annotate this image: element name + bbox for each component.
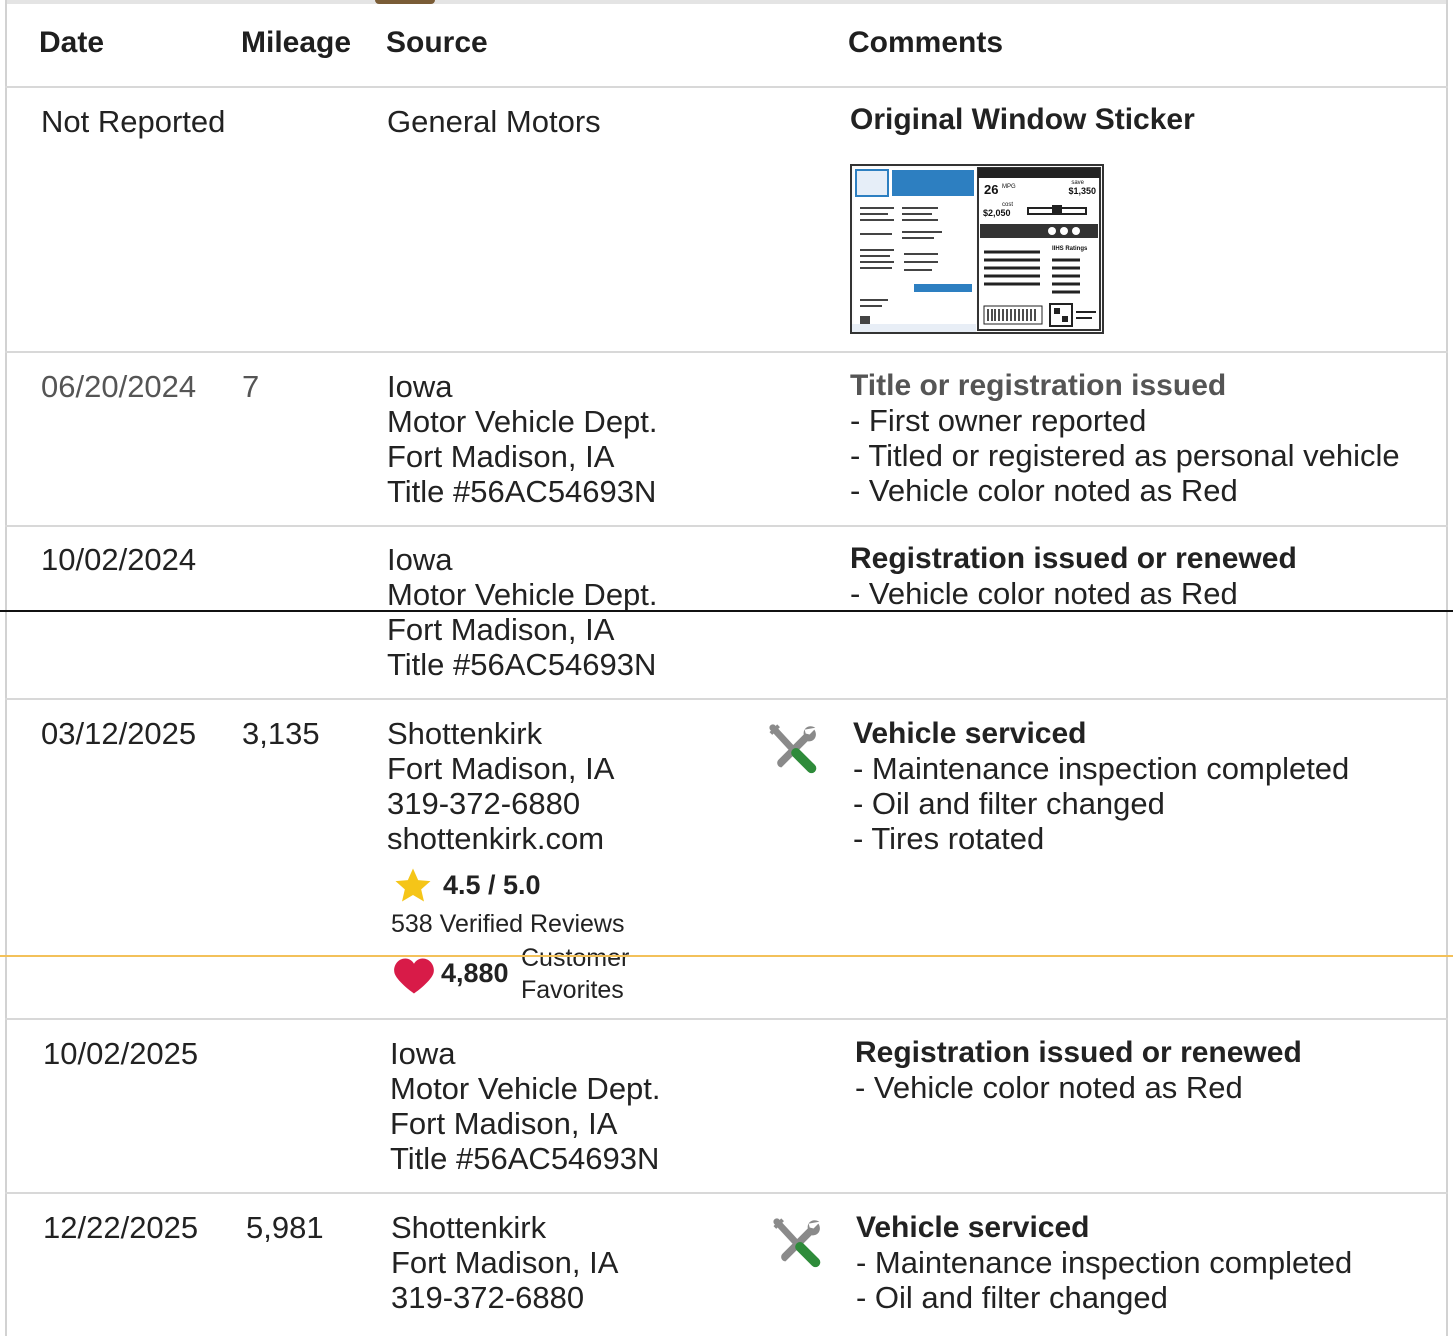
- comment-line: - Vehicle color noted as Red: [855, 1070, 1243, 1105]
- comment-line: - Titled or registered as personal vehic…: [850, 438, 1400, 473]
- source-line: Iowa: [387, 369, 453, 404]
- source-line: Motor Vehicle Dept.: [387, 404, 658, 439]
- source-line: Fort Madison, IA: [391, 1245, 619, 1280]
- comment-line: - Maintenance inspection completed: [853, 751, 1350, 786]
- row-date: 06/20/2024: [41, 369, 197, 404]
- comment-title: Original Window Sticker: [850, 103, 1195, 136]
- comment-line: - Vehicle color noted as Red: [850, 576, 1238, 611]
- table-row: 10/02/2024 Iowa Motor Vehicle Dept. Fort…: [5, 527, 1448, 700]
- source-line: 319-372-6880: [391, 1280, 585, 1315]
- column-header-date: Date: [39, 26, 105, 59]
- source-line: Fort Madison, IA: [387, 612, 615, 647]
- comment-line: - Vehicle color noted as Red: [850, 473, 1238, 508]
- source-line: Shottenkirk: [387, 716, 543, 751]
- source-line: Shottenkirk: [391, 1210, 547, 1245]
- sticker-cost: $2,050: [983, 208, 1011, 218]
- row-comments: Registration issued or renewed - Vehicle…: [855, 1035, 1302, 1105]
- favorites-label-line: Customer: [521, 944, 630, 972]
- table-row: 12/22/2025 5,981 Shottenkirk Fort Madiso…: [5, 1194, 1448, 1336]
- row-date: Not Reported: [41, 104, 226, 139]
- row-source: Iowa Motor Vehicle Dept. Fort Madison, I…: [387, 369, 658, 509]
- table-row: 10/02/2025 Iowa Motor Vehicle Dept. Fort…: [5, 1020, 1448, 1194]
- verified-reviews[interactable]: 538 Verified Reviews: [391, 910, 624, 939]
- source-line: Iowa: [387, 542, 453, 577]
- rating-value: 4.5 / 5.0: [443, 870, 541, 900]
- favorites-label-line: Favorites: [521, 976, 624, 1004]
- comment-title: Registration issued or renewed: [855, 1036, 1302, 1069]
- row-mileage: 7: [242, 369, 260, 404]
- source-line[interactable]: shottenkirk.com: [387, 821, 614, 856]
- table-row: 06/20/2024 7 Iowa Motor Vehicle Dept. Fo…: [5, 353, 1448, 527]
- row-date: 10/02/2025: [43, 1036, 199, 1071]
- row-source: Shottenkirk Fort Madison, IA 319-372-688…: [387, 716, 614, 856]
- source-line: Title #56AC54693N: [390, 1141, 660, 1176]
- comment-line: - Maintenance inspection completed: [856, 1245, 1353, 1280]
- window-sticker-image: 26 MPG save $1,350 cost $2,050 IIHS Rati…: [852, 167, 1101, 332]
- row-source: General Motors: [387, 104, 601, 139]
- sticker-save: $1,350: [1068, 186, 1096, 196]
- source-line: 319-372-6880: [387, 786, 581, 821]
- scan-artifact-line: [0, 955, 1453, 957]
- sticker-mpg: 26: [984, 182, 998, 197]
- column-header-mileage: Mileage: [241, 26, 352, 59]
- comment-title: Title or registration issued: [850, 369, 1227, 402]
- row-source: Iowa Motor Vehicle Dept. Fort Madison, I…: [387, 542, 658, 682]
- comment-line: - Oil and filter changed: [856, 1280, 1168, 1315]
- sticker-iihs-label: IIHS Ratings: [1052, 246, 1088, 252]
- window-sticker-thumbnail[interactable]: 26 MPG save $1,350 cost $2,050 IIHS Rati…: [850, 164, 1104, 334]
- row-source: Shottenkirk Fort Madison, IA 319-372-688…: [391, 1210, 618, 1315]
- source-line: Fort Madison, IA: [387, 439, 615, 474]
- service-tools-icon: [773, 1218, 821, 1268]
- source-line: Motor Vehicle Dept.: [390, 1071, 661, 1106]
- comment-title: Vehicle serviced: [856, 1211, 1090, 1244]
- column-header-source: Source: [386, 26, 488, 59]
- row-comments: Vehicle serviced - Maintenance inspectio…: [853, 716, 1349, 856]
- row-comments: Original Window Sticker: [850, 102, 1195, 137]
- table-row: Not Reported General Motors Original Win…: [5, 88, 1448, 353]
- source-line: Fort Madison, IA: [387, 751, 615, 786]
- source-line: Title #56AC54693N: [387, 474, 657, 509]
- row-date: 03/12/2025: [41, 716, 197, 751]
- source-line: Iowa: [390, 1036, 456, 1071]
- comment-title: Vehicle serviced: [853, 717, 1087, 750]
- scan-artifact-line: [0, 610, 1453, 612]
- source-line: Title #56AC54693N: [387, 647, 657, 682]
- favorites-count: 4,880: [441, 958, 509, 988]
- comment-title: Registration issued or renewed: [850, 542, 1297, 575]
- column-header-comments: Comments: [848, 26, 1004, 59]
- source-line: Fort Madison, IA: [390, 1106, 618, 1141]
- favorites-label: Customer Favorites: [521, 942, 629, 1006]
- row-comments: Title or registration issued - First own…: [850, 368, 1400, 508]
- row-source: Iowa Motor Vehicle Dept. Fort Madison, I…: [390, 1036, 661, 1176]
- table-row: 03/12/2025 3,135 Shottenkirk Fort Madiso…: [5, 700, 1448, 1020]
- comment-line: - Oil and filter changed: [853, 786, 1165, 821]
- row-comments: Registration issued or renewed - Vehicle…: [850, 541, 1297, 611]
- sticker-mpg-unit: MPG: [1002, 184, 1016, 190]
- source-line: General Motors: [387, 104, 601, 139]
- row-comments: Vehicle serviced - Maintenance inspectio…: [856, 1210, 1352, 1315]
- row-mileage: 5,981: [246, 1210, 324, 1245]
- comment-line: - First owner reported: [850, 403, 1147, 438]
- row-date: 10/02/2024: [41, 542, 197, 577]
- service-tools-icon: [769, 724, 817, 774]
- comment-line: - Tires rotated: [853, 821, 1045, 856]
- table-header: Date Mileage Source Comments: [5, 4, 1448, 88]
- row-date: 12/22/2025: [43, 1210, 199, 1245]
- star-icon: [395, 868, 431, 902]
- source-line: Motor Vehicle Dept.: [387, 577, 658, 612]
- heart-icon: [394, 958, 434, 994]
- row-mileage: 3,135: [242, 716, 320, 751]
